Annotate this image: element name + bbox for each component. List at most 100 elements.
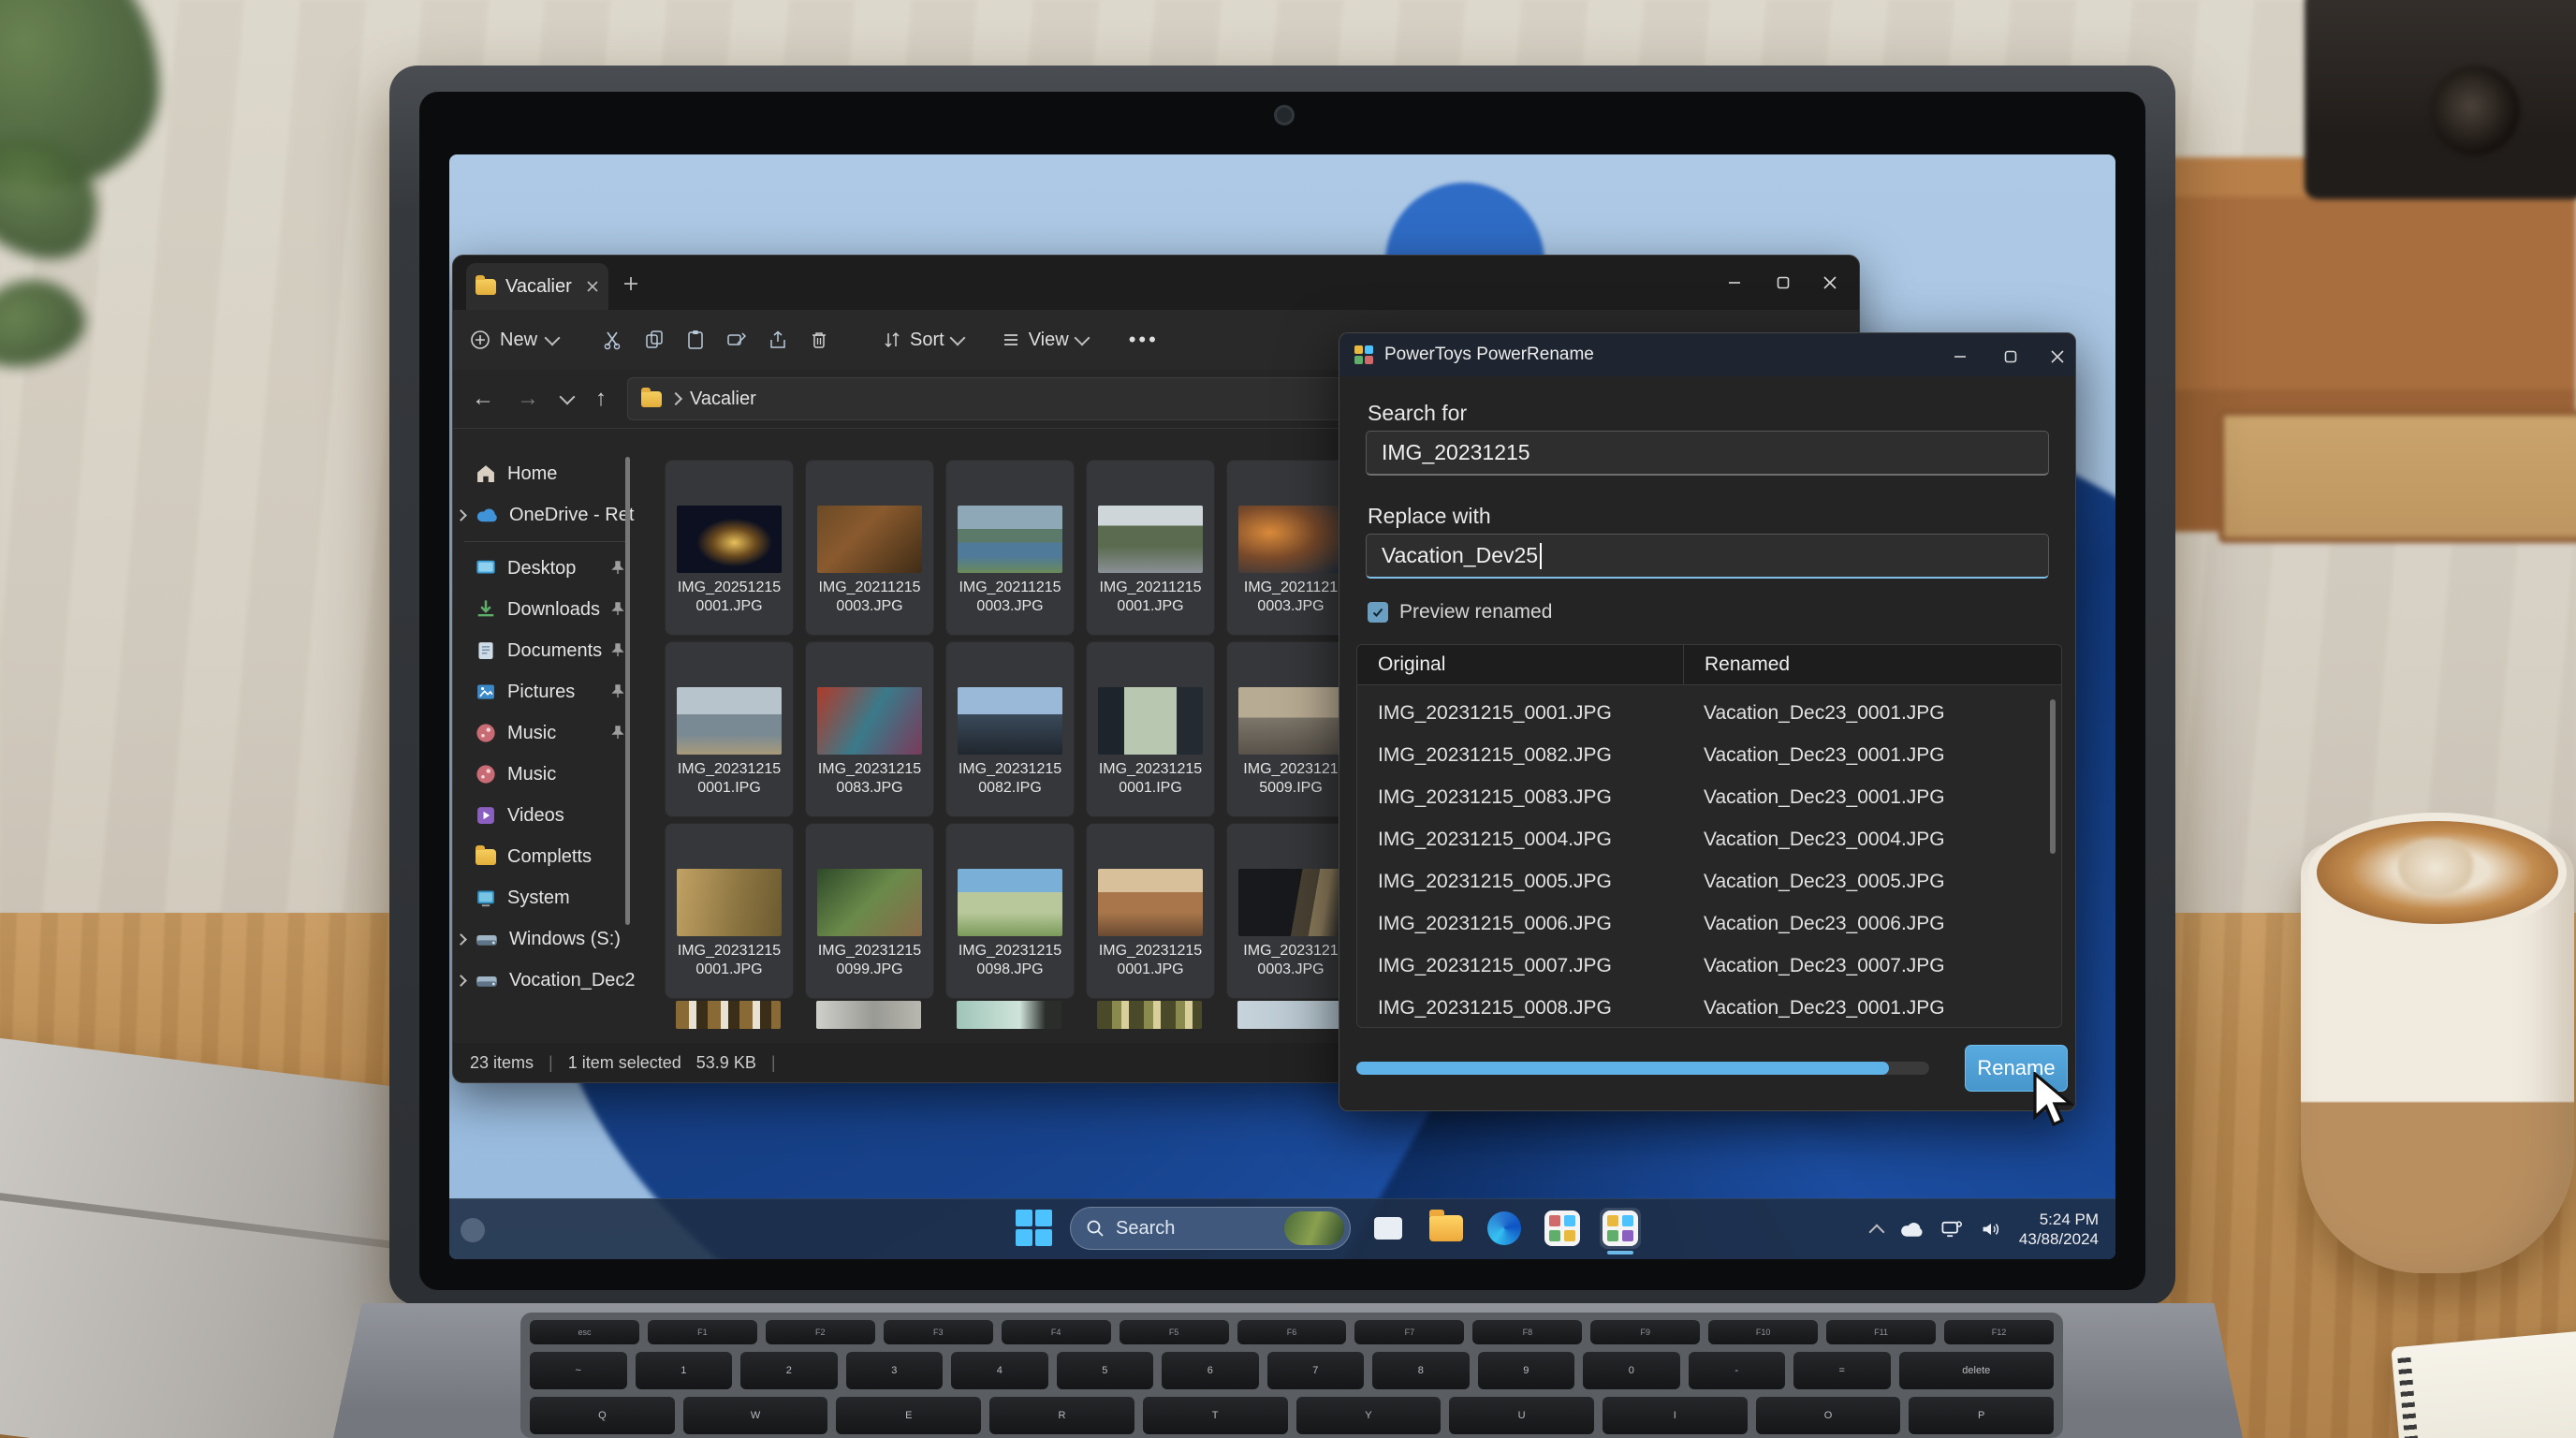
table-row[interactable]: IMG_20231215_0001.JPGVacation_Dec23_0001… xyxy=(1357,692,2061,734)
sidebar-item-pictures[interactable]: Pictures xyxy=(453,671,638,712)
maximize-button[interactable] xyxy=(1762,267,1805,299)
photo-thumbnail xyxy=(1098,869,1203,936)
file-tile[interactable]: IMG_202312150098.JPG xyxy=(945,823,1075,999)
sidebar-item-downloads[interactable]: Downloads xyxy=(453,589,638,630)
dialog-titlebar: PowerToys PowerRename xyxy=(1339,333,2075,376)
photo-thumbnail-partial[interactable] xyxy=(957,1001,1061,1029)
file-tile[interactable]: IMG_20231210003.JPG xyxy=(1226,823,1355,999)
sidebar-item-videos[interactable]: Videos xyxy=(453,795,638,836)
forward-button[interactable]: → xyxy=(517,386,539,412)
search-for-input[interactable]: IMG_20231215 xyxy=(1366,431,2049,476)
sidebar-item-music-2[interactable]: Music xyxy=(453,754,638,795)
table-row[interactable]: IMG_20231215_0006.JPGVacation_Dec23_0006… xyxy=(1357,902,2061,945)
share-button[interactable] xyxy=(768,330,788,351)
file-explorer-icon[interactable] xyxy=(1426,1208,1467,1249)
keyboard-key: 1 xyxy=(636,1352,733,1389)
sidebar-item-music[interactable]: Music xyxy=(453,712,638,754)
dialog-title: PowerToys PowerRename xyxy=(1384,345,1594,365)
edge-icon[interactable] xyxy=(1484,1208,1525,1249)
up-button[interactable]: ↑ xyxy=(595,386,607,412)
file-tile[interactable]: IMG_202312150083.JPG xyxy=(805,641,934,817)
cut-button[interactable] xyxy=(603,330,623,351)
close-tab-icon[interactable] xyxy=(586,280,599,293)
dialog-maximize-button[interactable] xyxy=(2004,348,2017,369)
keyboard-key: E xyxy=(836,1397,981,1434)
photo-thumbnail-partial[interactable] xyxy=(676,1001,781,1029)
folder-icon xyxy=(476,279,496,295)
sort-button[interactable]: Sort xyxy=(882,330,963,351)
photo-thumbnail-partial[interactable] xyxy=(816,1001,921,1029)
table-row[interactable]: IMG_20231215_0005.JPGVacation_Dec23_0005… xyxy=(1357,860,2061,902)
folder-icon xyxy=(641,391,662,407)
table-row[interactable]: IMG_20231215_0082.JPGVacation_Dec23_0001… xyxy=(1357,734,2061,776)
volume-icon[interactable] xyxy=(1980,1220,2002,1239)
table-row[interactable]: IMG_20231215_0004.JPGVacation_Dec23_0004… xyxy=(1357,818,2061,860)
file-tile[interactable]: IMG_202312150099.JPG xyxy=(805,823,934,999)
minimize-button[interactable] xyxy=(1713,267,1756,299)
column-original[interactable]: Original xyxy=(1357,653,1683,676)
photo-thumbnail xyxy=(677,687,782,755)
chevron-right-icon[interactable] xyxy=(455,933,467,946)
task-view-icon[interactable] xyxy=(1368,1208,1409,1249)
table-row[interactable]: IMG_20231215_0083.JPGVacation_Dec23_0001… xyxy=(1357,776,2061,818)
taskbar-search[interactable]: Search xyxy=(1070,1207,1351,1250)
view-button[interactable]: View xyxy=(1001,330,1088,351)
network-icon[interactable] xyxy=(1940,1220,1963,1239)
file-tile[interactable]: IMG_202312150001.IPG xyxy=(1086,641,1215,817)
file-tile[interactable]: IMG_202112150003.JPG xyxy=(805,460,934,636)
new-tab-icon[interactable] xyxy=(623,276,638,291)
explorer-tab[interactable]: Vacalier xyxy=(466,263,608,310)
column-renamed[interactable]: Renamed xyxy=(1683,645,2061,684)
sidebar-item-desktop[interactable]: Desktop xyxy=(453,548,638,589)
sidebar-item-vocation-drive[interactable]: Vocation_Dec2 xyxy=(453,960,638,1001)
widgets-icon[interactable] xyxy=(461,1218,485,1242)
replace-with-input[interactable]: Vacation_Dev25 xyxy=(1366,534,2049,579)
chevron-right-icon[interactable] xyxy=(455,975,467,987)
file-tile[interactable]: IMG_202112150001.JPG xyxy=(1086,460,1215,636)
table-row[interactable]: IMG_20231215_0007.JPGVacation_Dec23_0007… xyxy=(1357,945,2061,987)
chevron-right-icon[interactable] xyxy=(455,509,467,521)
table-scrollbar[interactable] xyxy=(2050,699,2056,854)
sidebar-scrollbar[interactable] xyxy=(625,457,630,925)
keyboard: escF1F2F3F4F5F6F7F8F9F10F11F12~123456789… xyxy=(520,1313,2063,1438)
file-tile[interactable]: IMG_202112150003.JPG xyxy=(945,460,1075,636)
new-button[interactable]: New xyxy=(470,330,558,351)
onedrive-tray-icon[interactable] xyxy=(1899,1221,1924,1238)
powertoys-icon[interactable] xyxy=(1600,1208,1641,1249)
dialog-minimize-button[interactable] xyxy=(1954,348,1967,369)
delete-button[interactable] xyxy=(809,330,829,351)
store-icon[interactable] xyxy=(1542,1208,1583,1249)
sidebar-item-onedrive[interactable]: OneDrive - Ret xyxy=(453,494,638,536)
file-tile[interactable]: IMG_202312150082.IPG xyxy=(945,641,1075,817)
file-tile[interactable]: IMG_20231215009.IPG xyxy=(1226,641,1355,817)
file-tile[interactable]: IMG_202312150001.JPG xyxy=(665,823,794,999)
file-tile[interactable]: IMG_202312150001.IPG xyxy=(665,641,794,817)
sidebar-item-windows-drive[interactable]: Windows (S:) xyxy=(453,918,638,960)
sidebar-item-system[interactable]: System xyxy=(453,877,638,918)
keyboard-key: ~ xyxy=(530,1352,627,1389)
clock[interactable]: 5:24 PM 43/88/2024 xyxy=(2019,1210,2099,1249)
file-tile[interactable]: IMG_202312150001.JPG xyxy=(1086,823,1215,999)
sidebar-item-home[interactable]: Home xyxy=(453,453,638,494)
file-tile[interactable]: IMG_202512150001.JPG xyxy=(665,460,794,636)
paste-button[interactable] xyxy=(685,330,706,351)
tray-chevron-up-icon[interactable] xyxy=(1868,1225,1884,1240)
rename-icon-button[interactable] xyxy=(726,330,747,351)
sidebar-item-documents[interactable]: Documents xyxy=(453,630,638,671)
close-button[interactable] xyxy=(1808,267,1852,299)
more-options-button[interactable]: ••• xyxy=(1129,328,1159,352)
back-button[interactable]: ← xyxy=(472,386,494,412)
copy-button[interactable] xyxy=(644,330,665,351)
photo-thumbnail-partial[interactable] xyxy=(1237,1001,1342,1029)
recent-locations-icon[interactable] xyxy=(560,389,576,405)
start-button[interactable] xyxy=(1016,1210,1053,1247)
photo-thumbnail-partial[interactable] xyxy=(1097,1001,1202,1029)
table-row[interactable]: IMG_20231215_0008.JPGVacation_Dec23_0001… xyxy=(1357,987,2061,1028)
checkbox-checked-icon[interactable] xyxy=(1368,602,1388,623)
webcam xyxy=(1274,105,1295,125)
progress-bar xyxy=(1356,1062,1929,1075)
dialog-close-button[interactable] xyxy=(2051,348,2064,369)
file-tile[interactable]: IMG_20211210003.JPG xyxy=(1226,460,1355,636)
preview-renamed-checkbox-row[interactable]: Preview renamed xyxy=(1368,601,1552,624)
sidebar-item-completts[interactable]: Completts xyxy=(453,836,638,877)
